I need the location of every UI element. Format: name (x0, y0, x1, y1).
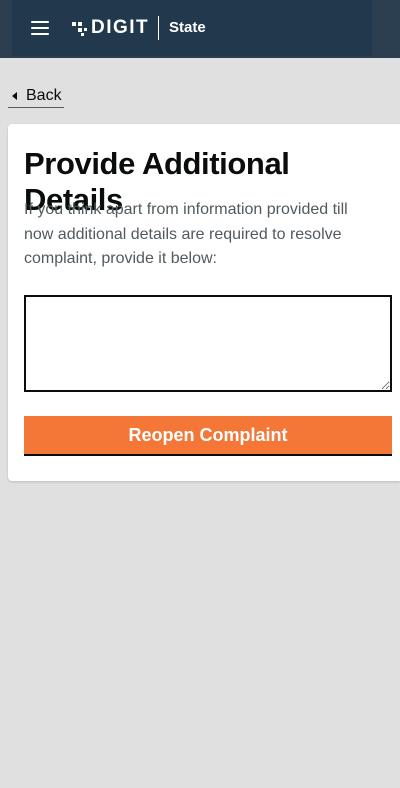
digit-logo: DIGIT (72, 17, 149, 39)
card-description: If you think apart from information prov… (24, 201, 348, 267)
back-link[interactable]: Back (8, 86, 64, 108)
back-label: Back (26, 86, 62, 104)
top-app-bar: DIGIT State (0, 0, 400, 58)
additional-details-input[interactable] (24, 295, 392, 392)
state-name: State (169, 19, 206, 36)
digit-logo-text: DIGIT (91, 17, 150, 38)
digit-logo-mark-icon (72, 22, 87, 36)
additional-details-card: Provide Additional Details If you think … (8, 124, 400, 481)
header-divider (158, 16, 159, 40)
reopen-complaint-button[interactable]: Reopen Complaint (24, 416, 392, 456)
back-arrow-icon (12, 91, 17, 100)
hamburger-menu-icon[interactable] (31, 21, 49, 35)
